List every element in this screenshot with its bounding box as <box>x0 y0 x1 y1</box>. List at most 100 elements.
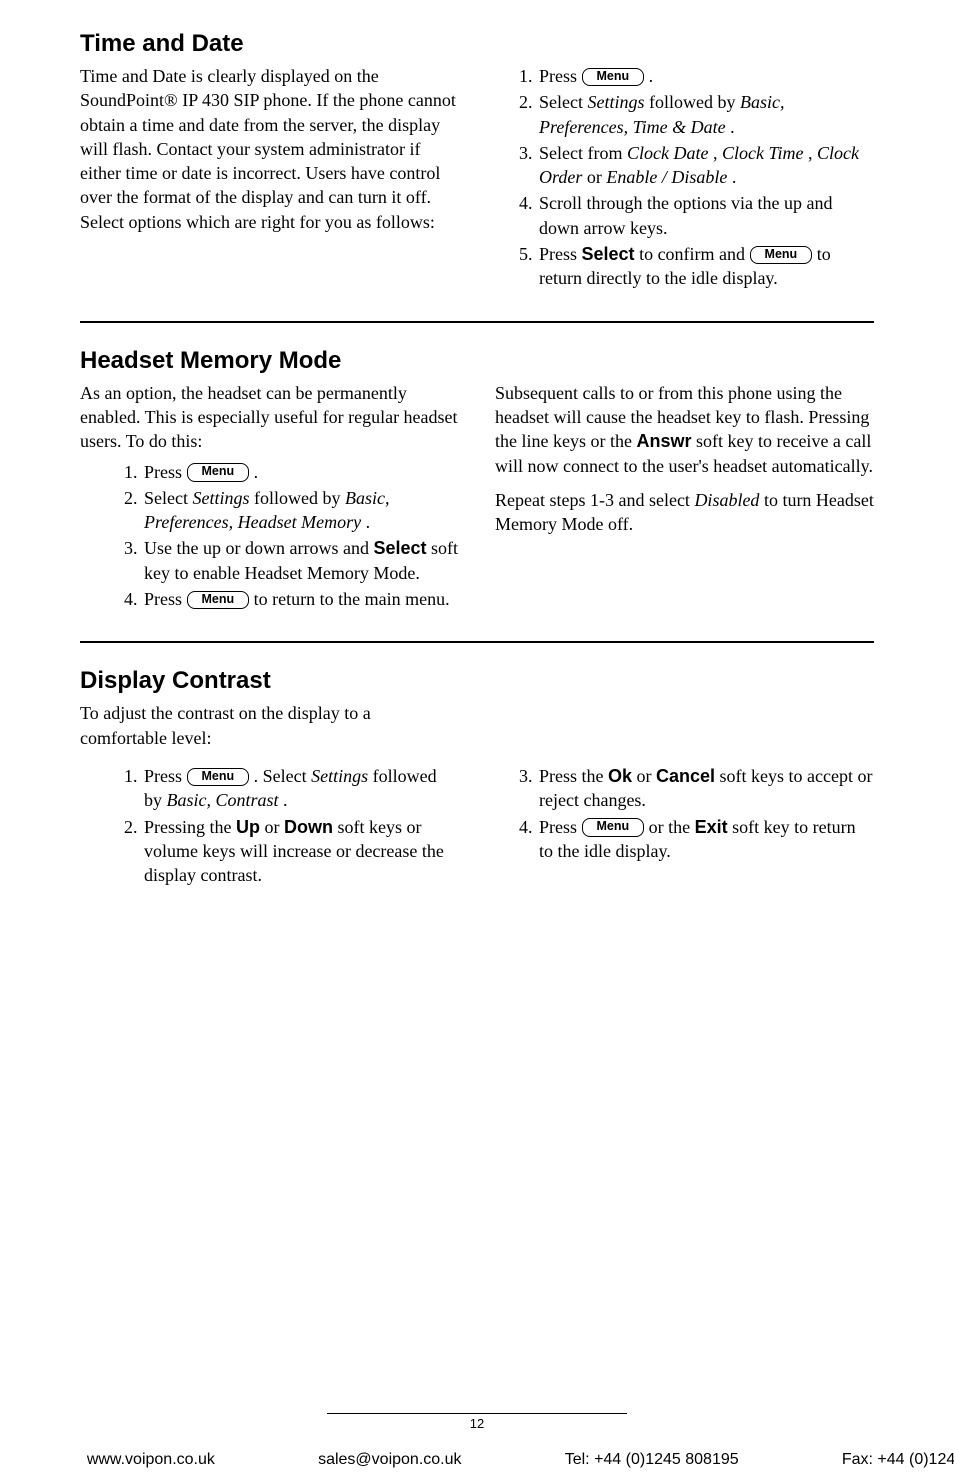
right-column: Press the Ok or Cancel soft keys to acce… <box>495 764 874 889</box>
left-column: As an option, the headset can be permane… <box>80 381 459 614</box>
exit-softkey-label: Exit <box>695 817 728 837</box>
list-item: Select Settings followed by Basic, Prefe… <box>142 486 459 535</box>
steps-list: Press Menu . Select Settings followed by… <box>495 64 874 291</box>
menu-button-icon: Menu <box>750 246 813 265</box>
intro-text: Time and Date is clearly displayed on th… <box>80 66 456 232</box>
section-time-and-date: Time and Date Time and Date is clearly d… <box>80 30 874 293</box>
text: Press <box>539 817 582 837</box>
text: Press <box>144 462 187 482</box>
right-column: Press Menu . Select Settings followed by… <box>495 64 874 293</box>
text: Use the up or down arrows and <box>144 538 373 558</box>
text: Basic, Contrast <box>167 790 279 810</box>
ok-softkey-label: Ok <box>608 766 632 786</box>
text: . <box>254 462 259 482</box>
menu-button-icon: Menu <box>187 463 250 482</box>
list-item: Press Menu . Select Settings followed by… <box>142 764 459 813</box>
list-item: Press the Ok or Cancel soft keys to acce… <box>537 764 874 813</box>
intro-text: As an option, the headset can be permane… <box>80 381 459 454</box>
page-number-rule <box>327 1413 627 1414</box>
select-softkey-label: Select <box>582 244 635 264</box>
text: Press the <box>539 766 608 786</box>
up-softkey-label: Up <box>236 817 260 837</box>
text: Settings <box>311 766 368 786</box>
text: . Select <box>254 766 311 786</box>
select-softkey-label: Select <box>373 538 426 558</box>
heading-headset-memory: Headset Memory Mode <box>80 347 874 375</box>
list-item: Press Menu to return to the main menu. <box>142 587 459 611</box>
text: . <box>366 512 371 532</box>
text: followed by <box>649 92 740 112</box>
divider <box>80 641 874 643</box>
list-item: Use the up or down arrows and Select sof… <box>142 536 459 585</box>
footer-tel: Tel: +44 (0)1245 808195 <box>565 1451 739 1469</box>
two-column-layout: Press Menu . Select Settings followed by… <box>80 764 874 889</box>
list-item: Select Settings followed by Basic, Prefe… <box>537 90 874 139</box>
text: . <box>732 167 737 187</box>
text: Scroll through the options via the up an… <box>539 193 832 237</box>
footer-fax: Fax: +44 (0)1245 600030 <box>842 1451 954 1469</box>
paragraph: Repeat steps 1-3 and select Disabled to … <box>495 488 874 537</box>
text: Settings <box>192 488 249 508</box>
text: Press <box>539 244 582 264</box>
text: Enable / Disable <box>606 167 727 187</box>
menu-button-icon: Menu <box>582 818 645 837</box>
footer-site: www.voipon.co.uk <box>87 1451 215 1469</box>
text: or <box>637 766 657 786</box>
section-headset-memory: Headset Memory Mode As an option, the he… <box>80 347 874 614</box>
cancel-softkey-label: Cancel <box>656 766 715 786</box>
two-column-layout: Time and Date is clearly displayed on th… <box>80 64 874 293</box>
text: followed by <box>254 488 345 508</box>
steps-list: Press Menu . Select Settings followed by… <box>80 764 459 887</box>
heading-time-and-date: Time and Date <box>80 30 874 58</box>
text: Clock Date <box>627 143 708 163</box>
text: , <box>713 143 722 163</box>
text: . <box>283 790 288 810</box>
left-column: Time and Date is clearly displayed on th… <box>80 64 459 293</box>
menu-button-icon: Menu <box>187 591 250 610</box>
list-item: Press Menu . <box>537 64 874 88</box>
text: Repeat steps 1-3 and select <box>495 490 694 510</box>
list-item: Press Select to confirm and Menu to retu… <box>537 242 874 291</box>
intro-text: To adjust the contrast on the display to… <box>80 701 460 750</box>
text: or <box>587 167 607 187</box>
heading-display-contrast: Display Contrast <box>80 667 874 695</box>
text: Press <box>144 589 187 609</box>
page-number: 12 <box>470 1416 484 1431</box>
down-softkey-label: Down <box>284 817 333 837</box>
two-column-layout: As an option, the headset can be permane… <box>80 381 874 614</box>
text: Select from <box>539 143 627 163</box>
text: Press <box>539 66 582 86</box>
text: Select <box>144 488 192 508</box>
list-item: Press Menu or the Exit soft key to retur… <box>537 815 874 864</box>
steps-list: Press the Ok or Cancel soft keys to acce… <box>495 764 874 863</box>
text: Pressing the <box>144 817 236 837</box>
text: to confirm and <box>639 244 749 264</box>
left-column: Press Menu . Select Settings followed by… <box>80 764 459 889</box>
text: Select <box>539 92 587 112</box>
right-column: Subsequent calls to or from this phone u… <box>495 381 874 614</box>
text: to return to the main menu. <box>254 589 450 609</box>
footer-bar: VoIPon www.voipon.co.uk sales@voipon.co.… <box>0 1445 954 1475</box>
list-item: Scroll through the options via the up an… <box>537 191 874 240</box>
section-display-contrast: Display Contrast To adjust the contrast … <box>80 667 874 889</box>
text: . <box>730 117 735 137</box>
text: Disabled <box>694 490 759 510</box>
page-number-area: 12 <box>0 1413 954 1431</box>
text: Clock Time <box>722 143 804 163</box>
list-item: Select from Clock Date , Clock Time , Cl… <box>537 141 874 190</box>
list-item: Pressing the Up or Down soft keys or vol… <box>142 815 459 888</box>
text: or the <box>649 817 695 837</box>
text: Settings <box>587 92 644 112</box>
list-item: Press Menu . <box>142 460 459 484</box>
page: Time and Date Time and Date is clearly d… <box>0 0 954 1475</box>
menu-button-icon: Menu <box>582 68 645 87</box>
paragraph: Subsequent calls to or from this phone u… <box>495 381 874 478</box>
text: or <box>265 817 285 837</box>
divider <box>80 321 874 323</box>
footer-email: sales@voipon.co.uk <box>318 1451 461 1469</box>
text: , <box>808 143 817 163</box>
menu-button-icon: Menu <box>187 768 250 787</box>
answr-softkey-label: Answr <box>636 431 691 451</box>
steps-list: Press Menu . Select Settings followed by… <box>80 460 459 612</box>
text: Press <box>144 766 187 786</box>
